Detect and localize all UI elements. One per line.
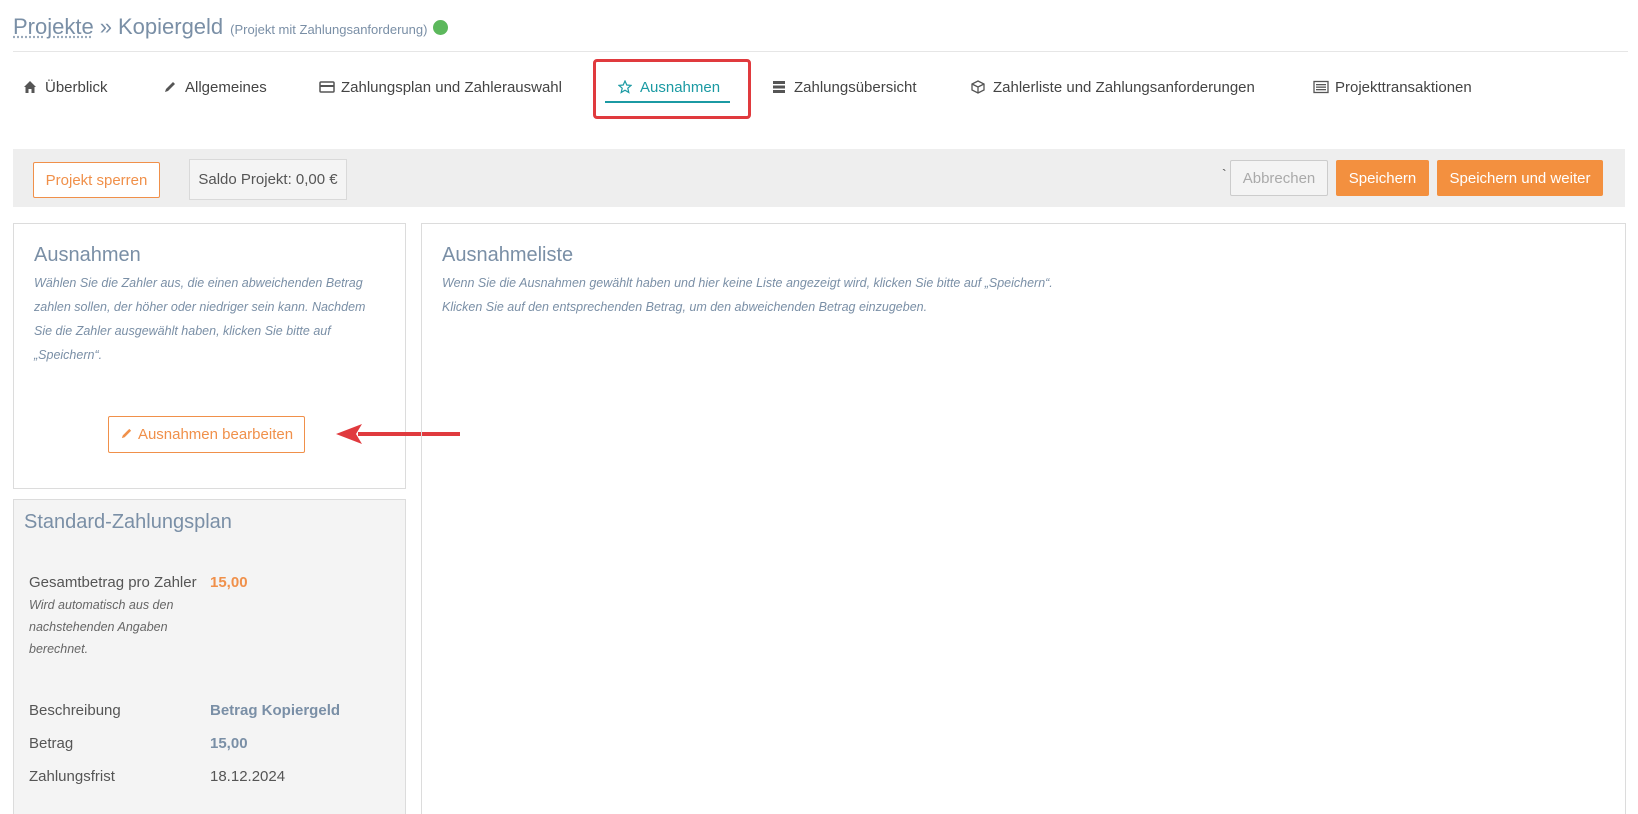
project-balance: Saldo Projekt: 0,00 € (189, 159, 347, 200)
tab-general[interactable]: Allgemeines (163, 62, 267, 112)
tab-payment-overview[interactable]: Zahlungsübersicht (772, 62, 917, 112)
tab-label: Überblick (45, 78, 108, 96)
tab-bar: Überblick Allgemeines Zahlungsplan und Z… (13, 62, 1623, 112)
exceptions-note: Wählen Sie die Zahler aus, die einen abw… (34, 276, 366, 362)
tab-label: Zahlungsplan und Zahlerauswahl (341, 78, 562, 96)
home-icon (23, 80, 37, 94)
exceptions-list-title: Ausnahmeliste (442, 244, 574, 266)
page-title: Kopiergeld (117, 14, 224, 39)
amount-label: Betrag (29, 735, 74, 752)
status-indicator (433, 20, 449, 35)
edit-exceptions-label: Ausnahmen bearbeiten (137, 426, 294, 443)
pencil-icon (163, 80, 177, 94)
list-alt-icon (1313, 80, 1329, 94)
tab-highlight-box (593, 59, 751, 119)
tab-overview[interactable]: Überblick (23, 62, 108, 112)
total-hint: Wird automatisch aus den nachstehenden A… (29, 598, 174, 656)
due-date-label: Zahlungsfrist (29, 768, 115, 785)
tab-payer-list[interactable]: Zahlerliste und Zahlungsanforderungen (971, 62, 1255, 112)
credit-card-icon (319, 80, 335, 94)
cancel-button[interactable]: Abbrechen (1230, 160, 1328, 196)
tab-label: Zahlerliste und Zahlungsanforderungen (993, 78, 1255, 96)
save-button[interactable]: Speichern (1336, 160, 1429, 196)
server-icon (772, 80, 786, 94)
pencil-icon (120, 427, 133, 443)
cube-icon (971, 80, 985, 94)
breadcrumb-separator: » (99, 14, 112, 39)
stray-tick: ` (1222, 166, 1227, 182)
edit-exceptions-button[interactable]: Ausnahmen bearbeiten (108, 416, 305, 453)
total-per-payer-label: Gesamtbetrag pro Zahler (29, 574, 197, 591)
title-divider (13, 51, 1628, 52)
total-per-payer-value: 15,00 (210, 574, 248, 591)
description-label: Beschreibung (29, 702, 121, 719)
tab-transactions[interactable]: Projekttransaktionen (1313, 62, 1472, 112)
breadcrumb: Projekte » Kopiergeld (Projekt mit Zahlu… (13, 14, 449, 44)
page-subtitle: (Projekt mit Zahlungsanforderung) (230, 22, 428, 37)
amount-value: 15,00 (210, 735, 248, 752)
lock-project-button[interactable]: Projekt sperren (33, 162, 160, 198)
exceptions-list-note: Wenn Sie die Ausnahmen gewählt haben und… (442, 276, 1053, 314)
tab-label: Projekttransaktionen (1335, 78, 1472, 96)
due-date-value: 18.12.2024 (210, 768, 286, 785)
tab-label: Allgemeines (185, 78, 267, 96)
payment-plan-title: Standard-Zahlungsplan (24, 511, 232, 533)
tab-label: Zahlungsübersicht (794, 78, 917, 96)
save-and-continue-button[interactable]: Speichern und weiter (1437, 160, 1603, 196)
breadcrumb-projects-link[interactable]: Projekte (13, 14, 94, 40)
exceptions-title: Ausnahmen (34, 244, 141, 266)
description-value: Betrag Kopiergeld (210, 702, 341, 719)
tab-payment-plan[interactable]: Zahlungsplan und Zahlerauswahl (319, 62, 562, 112)
